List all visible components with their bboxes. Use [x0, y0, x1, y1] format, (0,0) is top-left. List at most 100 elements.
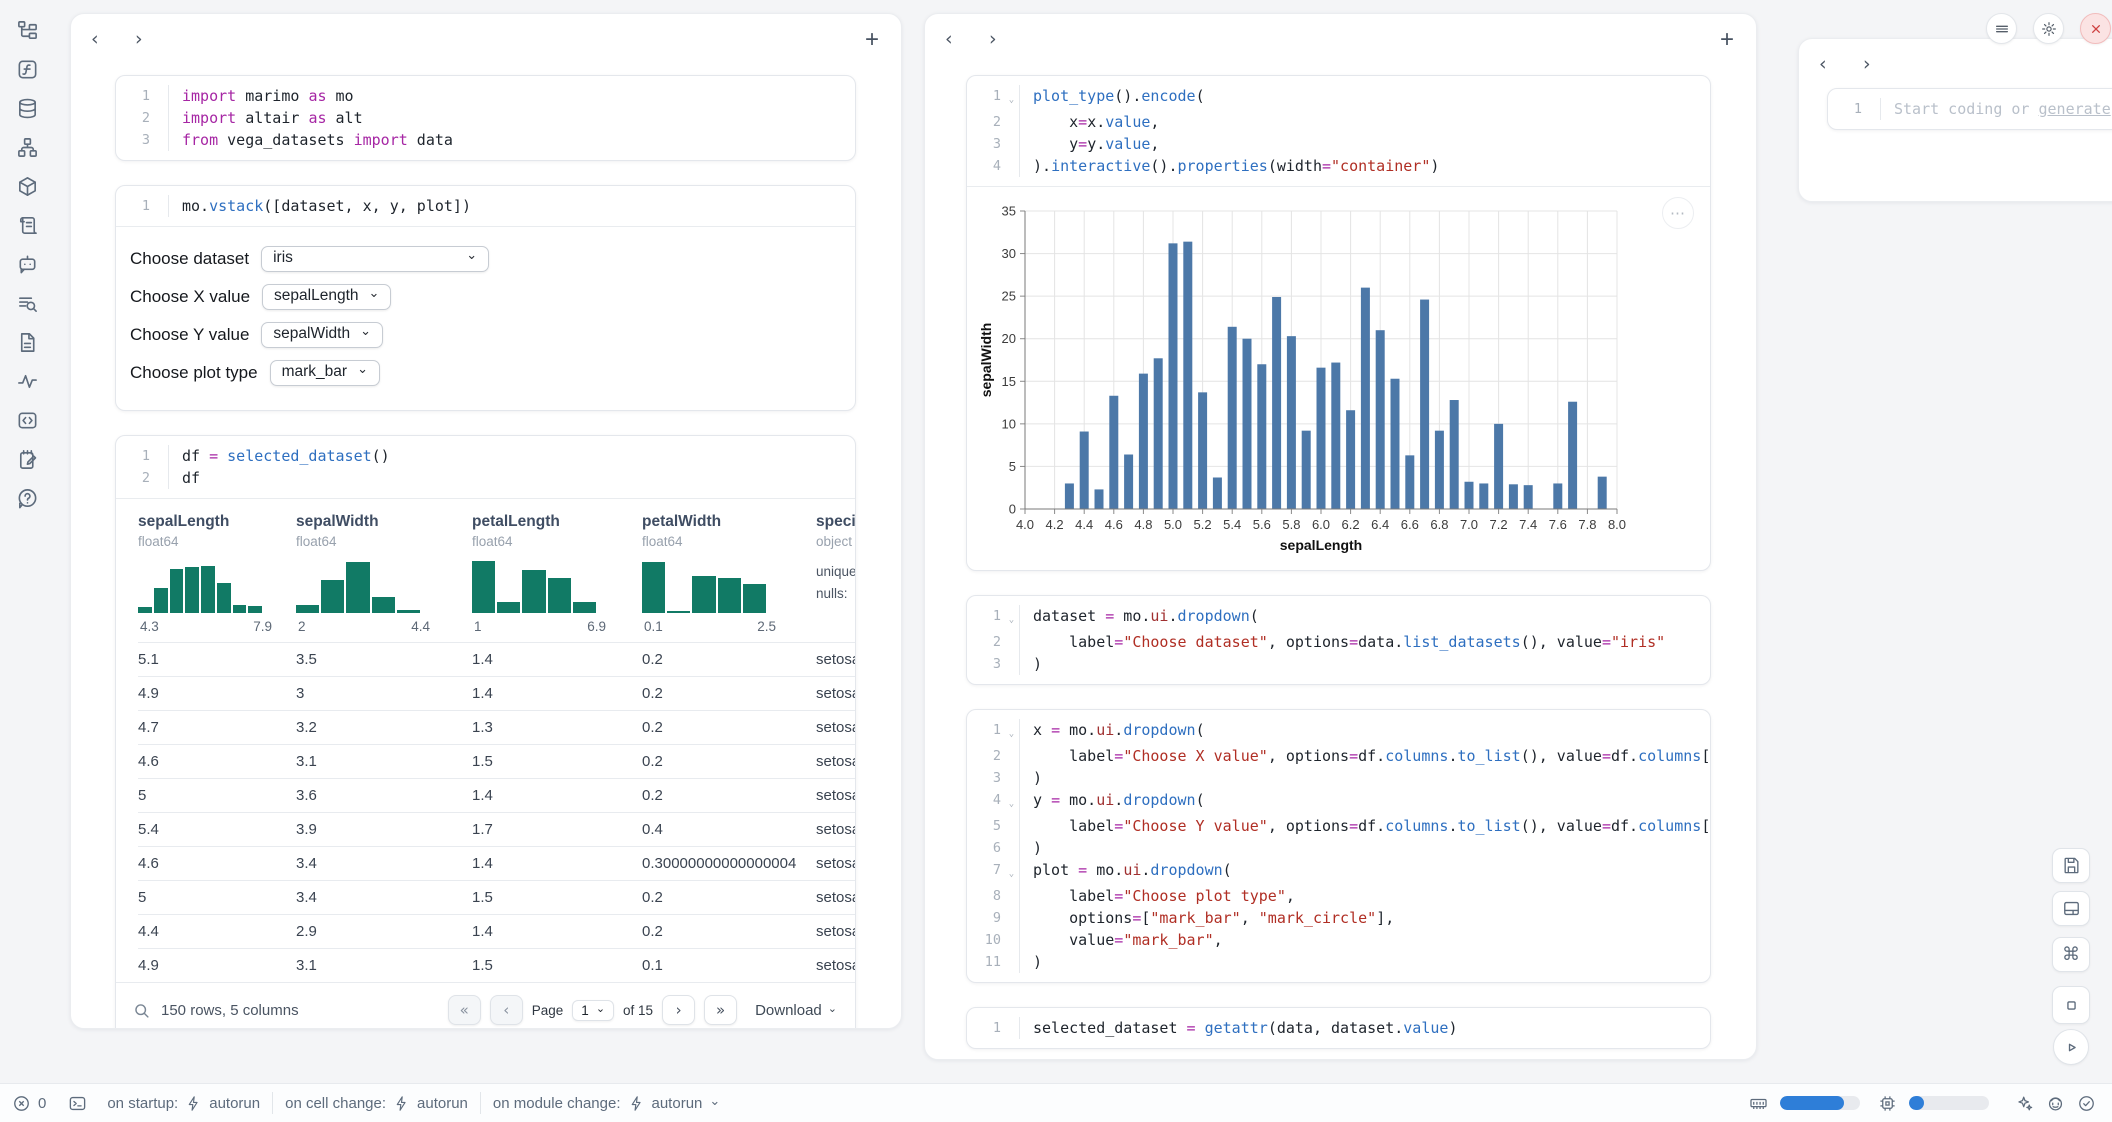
code-editor[interactable]: 1 Start coding or generate with [1828, 89, 2112, 129]
search-icon[interactable] [132, 1001, 151, 1020]
code-snippet-icon[interactable] [15, 408, 40, 433]
table-row[interactable]: 4.93.11.50.1setosa [138, 948, 855, 982]
help-icon[interactable] [15, 486, 40, 511]
svg-text:25: 25 [1002, 289, 1016, 304]
table-row[interactable]: 4.931.40.2setosa [138, 676, 855, 710]
code-cell-chart[interactable]: 1⌄plot_type().encode(2 x=x.value,3 y=y.v… [966, 75, 1711, 571]
runtime-setting[interactable]: on module change:autorun⌄ [493, 1095, 720, 1112]
error-circle-icon [12, 1094, 31, 1113]
panel-next-button[interactable]: › [135, 30, 179, 49]
code-cell-selected-dataset[interactable]: 1selected_dataset = getattr(data, datase… [966, 1007, 1711, 1049]
copilot-icon[interactable] [2046, 1094, 2065, 1113]
code-editor[interactable]: 1⌄x = mo.ui.dropdown(2 label="Choose X v… [967, 710, 1710, 982]
table-row[interactable]: 4.42.91.40.2setosa [138, 914, 855, 948]
add-cell-button[interactable]: + [865, 30, 879, 49]
svg-text:4.4: 4.4 [1075, 517, 1093, 532]
table-row[interactable]: 53.61.40.2setosa [138, 778, 855, 812]
bar-chart[interactable]: 4.04.24.44.64.85.05.25.45.65.86.06.26.46… [977, 201, 1710, 562]
download-button[interactable]: Download ⌄ [755, 1002, 837, 1019]
list-search-icon[interactable] [15, 291, 40, 316]
first-page-button[interactable]: « [448, 995, 481, 1025]
table-row[interactable]: 5.13.51.40.2setosa [138, 642, 855, 676]
scratchpad-icon[interactable] [15, 447, 40, 472]
stop-button[interactable] [2052, 986, 2090, 1024]
table-row[interactable]: 4.63.11.50.2setosa [138, 744, 855, 778]
database-icon[interactable] [15, 96, 40, 121]
empty-code-cell[interactable]: 1 Start coding or generate with [1827, 88, 2112, 130]
table-row[interactable]: 4.63.41.40.30000000000000004setosa [138, 846, 855, 880]
column-header[interactable]: speciesobjectuniquenulls: [816, 513, 855, 634]
dropdown-select[interactable]: sepalWidth⌄ [261, 322, 383, 348]
ai-sparkles-icon[interactable] [2015, 1094, 2034, 1113]
terminal-button[interactable] [64, 1091, 91, 1116]
panel-prev-button[interactable]: ‹ [91, 30, 135, 49]
line-number: 11 [971, 951, 1004, 973]
run-button[interactable] [2053, 1029, 2089, 1065]
prev-page-button[interactable]: ‹ [490, 995, 523, 1025]
code-editor[interactable]: 1selected_dataset = getattr(data, datase… [967, 1008, 1710, 1048]
column-header[interactable]: sepalLengthfloat644.37.9 [138, 513, 296, 634]
column-header[interactable]: sepalWidthfloat6424.4 [296, 513, 472, 634]
page-select[interactable]: 1 ⌄ [572, 1000, 614, 1021]
svg-text:sepalLength: sepalLength [1280, 537, 1362, 553]
chevron-down-icon: ⌄ [828, 1006, 837, 1013]
code-cell-imports[interactable]: 1import marimo as mo2import altair as al… [115, 75, 856, 161]
shutdown-button[interactable] [2080, 13, 2111, 44]
runtime-setting[interactable]: on startup:autorun [107, 1095, 260, 1112]
dropdown-select[interactable]: iris⌄ [261, 246, 489, 272]
svg-text:5.0: 5.0 [1164, 517, 1182, 532]
scroll-log-icon[interactable] [15, 213, 40, 238]
document-icon[interactable] [15, 330, 40, 355]
dropdown-select[interactable]: mark_bar⌄ [270, 360, 380, 386]
menu-button[interactable] [1986, 13, 2017, 44]
fold-chevron-icon[interactable]: ⌄ [1004, 859, 1019, 885]
connection-status-icon[interactable] [2077, 1094, 2096, 1113]
row-count-summary: 150 rows, 5 columns [161, 1002, 299, 1019]
fold-chevron-icon[interactable]: ⌄ [1004, 719, 1019, 745]
code-editor[interactable]: 1⌄dataset = mo.ui.dropdown(2 label="Choo… [967, 596, 1710, 684]
settings-button[interactable] [2033, 13, 2064, 44]
table-row[interactable]: 53.41.50.2setosa [138, 880, 855, 914]
file-tree-icon[interactable] [15, 18, 40, 43]
setting-label: on module change: [493, 1095, 621, 1112]
code-cell-dataframe[interactable]: 1df = selected_dataset()2df sepalLengthf… [115, 435, 856, 1029]
save-button[interactable] [2052, 848, 2090, 883]
column-header[interactable]: petalWidthfloat640.12.5 [642, 513, 816, 634]
panel-layout-button[interactable] [2052, 891, 2090, 926]
panel-next-button[interactable]: › [1863, 55, 1907, 74]
table-cell: 4.6 [138, 855, 296, 872]
dependency-graph-icon[interactable] [15, 135, 40, 160]
chat-bot-icon[interactable] [15, 252, 40, 277]
panel-prev-button[interactable]: ‹ [1819, 55, 1863, 74]
chart-menu-button[interactable]: ⋯ [1662, 197, 1694, 229]
code-cell-vstack[interactable]: 1mo.vstack([dataset, x, y, plot]) Choose… [115, 185, 856, 411]
code-cell-dataset-dropdown[interactable]: 1⌄dataset = mo.ui.dropdown(2 label="Choo… [966, 595, 1711, 685]
dropdown-select[interactable]: sepalLength⌄ [262, 284, 391, 310]
chevron-down-icon: ⌄ [596, 1006, 605, 1013]
function-icon[interactable] [15, 57, 40, 82]
code-editor[interactable]: 1import marimo as mo2import altair as al… [116, 76, 855, 160]
runtime-setting[interactable]: on cell change:autorun [285, 1095, 468, 1112]
package-icon[interactable] [15, 174, 40, 199]
panel-next-button[interactable]: › [989, 30, 1033, 49]
code-editor[interactable]: 1mo.vstack([dataset, x, y, plot]) [116, 186, 855, 226]
code-cell-xy-plot-dropdowns[interactable]: 1⌄x = mo.ui.dropdown(2 label="Choose X v… [966, 709, 1711, 983]
next-page-button[interactable]: › [662, 995, 695, 1025]
last-page-button[interactable]: » [704, 995, 737, 1025]
fold-chevron-icon[interactable]: ⌄ [1004, 789, 1019, 815]
table-cell: 3.2 [296, 719, 472, 736]
panel-prev-button[interactable]: ‹ [945, 30, 989, 49]
code-editor[interactable]: 1⌄plot_type().encode(2 x=x.value,3 y=y.v… [967, 76, 1710, 186]
fold-chevron-icon[interactable]: ⌄ [1004, 605, 1019, 631]
column-header[interactable]: petalLengthfloat6416.9 [472, 513, 642, 634]
add-cell-button[interactable]: + [1720, 30, 1734, 49]
keyboard-shortcuts-button[interactable]: ⌘ [2052, 937, 2090, 972]
line-number: 9 [971, 907, 1004, 929]
error-counter[interactable]: 0 [12, 1094, 46, 1113]
fold-chevron-icon[interactable]: ⌄ [1004, 85, 1019, 111]
column-type: float64 [642, 534, 816, 549]
code-editor[interactable]: 1df = selected_dataset()2df [116, 436, 855, 498]
activity-icon[interactable] [15, 369, 40, 394]
table-row[interactable]: 4.73.21.30.2setosa [138, 710, 855, 744]
table-row[interactable]: 5.43.91.70.4setosa [138, 812, 855, 846]
